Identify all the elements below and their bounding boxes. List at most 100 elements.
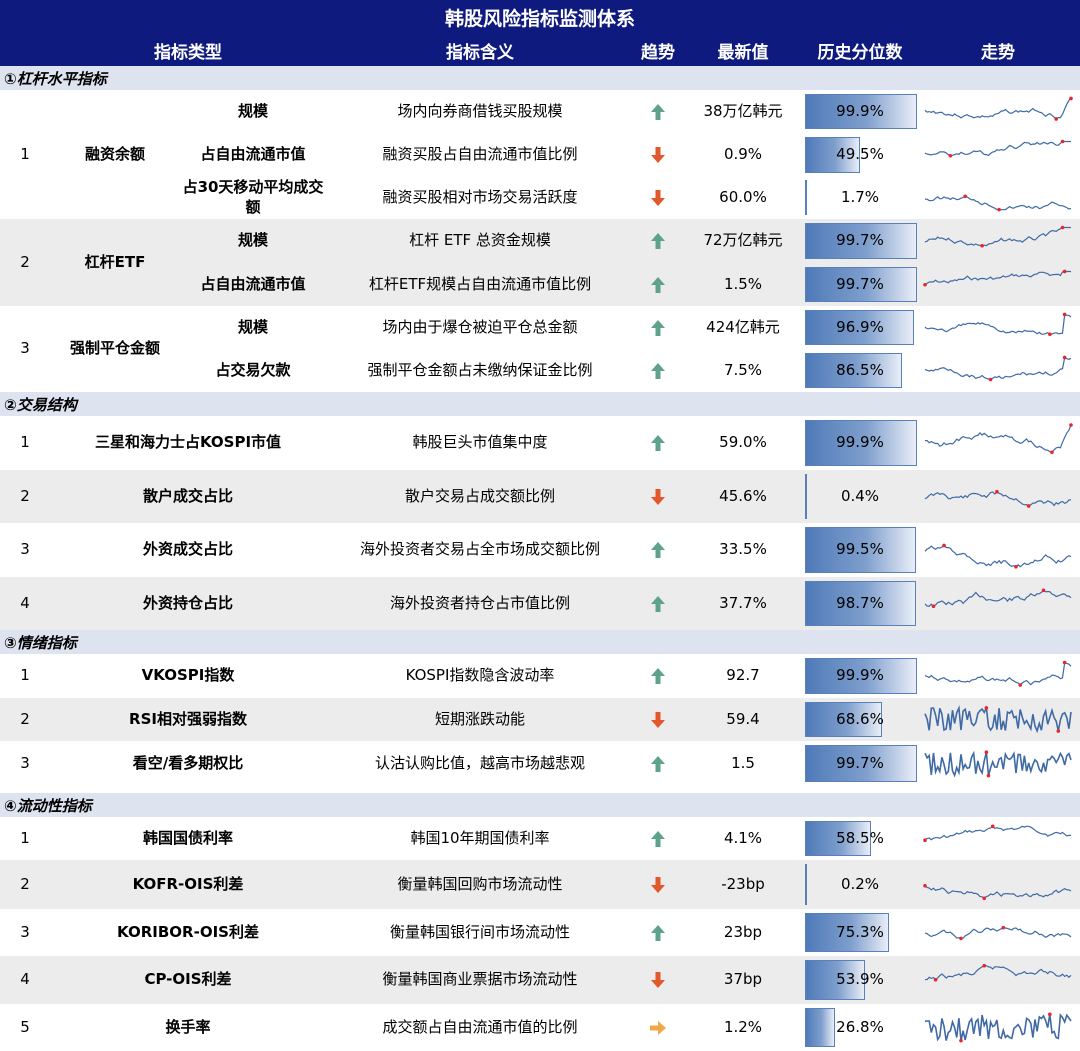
indicator-meaning: 散户交易占成交额比例	[404, 486, 555, 505]
down-arrow-icon	[630, 133, 686, 177]
sparkline-chart	[920, 817, 1076, 860]
down-arrow-icon	[630, 860, 686, 909]
indicator-subtype: 占自由流通市值	[200, 274, 306, 293]
percentile-cell: 99.9%	[800, 654, 920, 698]
sparkline-chart	[920, 956, 1076, 1004]
indicator-meaning: 认沽认购比值，越高市场越悲观	[374, 753, 585, 772]
indicator-subtype: 占自由流通市值	[200, 145, 306, 164]
up-arrow-icon	[630, 90, 686, 133]
indicator-meaning: 衡量韩国银行间市场流动性	[389, 922, 570, 941]
percentile-bar	[805, 474, 807, 519]
table-row: 占30天移动平均成交额 融资买股相对市场交易活跃度 60.0% 1.7%	[0, 176, 1080, 219]
sparkline-chart	[920, 1004, 1076, 1051]
percentile-value: 99.7%	[836, 231, 884, 250]
indicator-subtype: 规模	[237, 101, 268, 120]
percentile-bar	[805, 1008, 836, 1047]
latest-value: 59.0%	[719, 433, 767, 452]
table-row: 4 CP-OIS利差 衡量韩国商业票据市场流动性 37bp 53.9%	[0, 956, 1080, 1004]
row-number: 1	[20, 433, 30, 452]
percentile-cell: 99.9%	[800, 90, 920, 133]
indicator-subtype: 占交易欠款	[215, 360, 291, 379]
table-row: 1 三星和海力士占KOSPI市值 韩股巨头市值集中度 59.0% 99.9%	[0, 416, 1080, 470]
section-header: ②交易结构	[0, 392, 1080, 416]
latest-value: 1.5	[731, 753, 755, 772]
down-arrow-icon	[630, 956, 686, 1004]
sparkline-chart	[920, 133, 1076, 177]
latest-value: 37.7%	[719, 593, 767, 612]
latest-value: 7.5%	[723, 360, 763, 379]
right-arrow-icon	[630, 1004, 686, 1051]
header-latest: 最新值	[717, 42, 769, 63]
up-arrow-icon	[630, 654, 686, 698]
up-arrow-icon	[630, 416, 686, 470]
percentile-cell: 68.6%	[800, 698, 920, 741]
percentile-value: 58.5%	[836, 828, 884, 847]
indicator-subtype: 占30天移动平均成交额	[182, 178, 324, 216]
indicator-meaning: 衡量韩国回购市场流动性	[397, 874, 563, 893]
indicator-meaning: 融资买股相对市场交易活跃度	[382, 187, 578, 206]
percentile-bar	[805, 180, 807, 215]
latest-value: -23bp	[721, 874, 765, 893]
table-row: 4 外资持仓占比 海外投资者持仓占市值比例 37.7% 98.7%	[0, 577, 1080, 630]
latest-value: 37bp	[723, 970, 763, 989]
percentile-cell: 49.5%	[800, 133, 920, 177]
indicator-meaning: 短期涨跌动能	[434, 709, 525, 728]
percentile-cell: 99.7%	[800, 741, 920, 786]
percentile-value: 49.5%	[836, 145, 884, 164]
indicator-meaning: 海外投资者持仓占市值比例	[389, 593, 570, 612]
percentile-cell: 0.4%	[800, 470, 920, 523]
percentile-cell: 75.3%	[800, 909, 920, 956]
table-row: 3 外资成交占比 海外投资者交易占全市场成交额比例 33.5% 99.5%	[0, 523, 1080, 577]
header-type: 指标类型	[154, 42, 222, 63]
table-row: 规模 场内向券商借钱买股规模 38万亿韩元 99.9%	[0, 90, 1080, 133]
sparkline-chart	[920, 654, 1076, 698]
up-arrow-icon	[630, 349, 686, 392]
latest-value: 72万亿韩元	[703, 231, 783, 250]
indicator-meaning: 场内向券商借钱买股规模	[397, 101, 563, 120]
latest-value: 92.7	[726, 666, 760, 685]
up-arrow-icon	[630, 523, 686, 577]
percentile-cell: 53.9%	[800, 956, 920, 1004]
table-title: 韩股风险指标监测体系	[0, 0, 1080, 34]
percentile-value: 68.6%	[836, 709, 884, 728]
indicator-subtype: 规模	[237, 317, 268, 336]
indicator-subtype: 规模	[237, 231, 268, 250]
indicator-meaning: 融资买股占自由流通市值比例	[382, 145, 578, 164]
table-header: 指标类型 指标含义 趋势 最新值 历史分位数 走势	[0, 34, 1080, 66]
header-percentile: 历史分位数	[817, 42, 903, 63]
section-header: ①杠杆水平指标	[0, 66, 1080, 90]
latest-value: 424亿韩元	[706, 317, 780, 336]
indicator-type: 看空/看多期权比	[132, 753, 244, 772]
latest-value: 45.6%	[719, 486, 767, 505]
sparkline-chart	[920, 860, 1076, 909]
percentile-value: 1.7%	[840, 187, 880, 206]
table-row: 占自由流通市值 杠杆ETF规模占自由流通市值比例 1.5% 99.7%	[0, 263, 1080, 306]
up-arrow-icon	[630, 577, 686, 630]
indicator-type: KORIBOR-OIS利差	[117, 922, 259, 941]
header-sparkline: 走势	[981, 42, 1015, 63]
table-row: 1 VKOSPI指数 KOSPI指数隐含波动率 92.7 99.9%	[0, 654, 1080, 698]
table-row: 2 KOFR-OIS利差 衡量韩国回购市场流动性 -23bp 0.2%	[0, 860, 1080, 909]
percentile-value: 99.9%	[836, 666, 884, 685]
percentile-value: 75.3%	[836, 922, 884, 941]
percentile-value: 99.5%	[836, 540, 884, 559]
indicator-type: VKOSPI指数	[141, 666, 235, 685]
percentile-value: 99.9%	[836, 433, 884, 452]
up-arrow-icon	[630, 263, 686, 306]
indicator-meaning: KOSPI指数隐含波动率	[405, 666, 555, 685]
indicator-type: 散户成交占比	[142, 486, 233, 505]
row-number: 3	[20, 922, 30, 941]
latest-value: 38万亿韩元	[703, 101, 783, 120]
percentile-cell: 86.5%	[800, 349, 920, 392]
percentile-cell: 99.9%	[800, 416, 920, 470]
indicator-type: 三星和海力士占KOSPI市值	[94, 433, 282, 452]
latest-value: 1.5%	[723, 274, 763, 293]
sparkline-chart	[920, 741, 1076, 786]
percentile-value: 0.2%	[840, 874, 880, 893]
row-number: 2	[20, 486, 30, 505]
indicator-meaning: 场内由于爆仓被迫平仓总金额	[382, 317, 578, 336]
down-arrow-icon	[630, 698, 686, 741]
header-trend: 趋势	[641, 42, 675, 63]
indicator-meaning: 海外投资者交易占全市场成交额比例	[359, 540, 600, 559]
row-number: 4	[20, 593, 30, 612]
